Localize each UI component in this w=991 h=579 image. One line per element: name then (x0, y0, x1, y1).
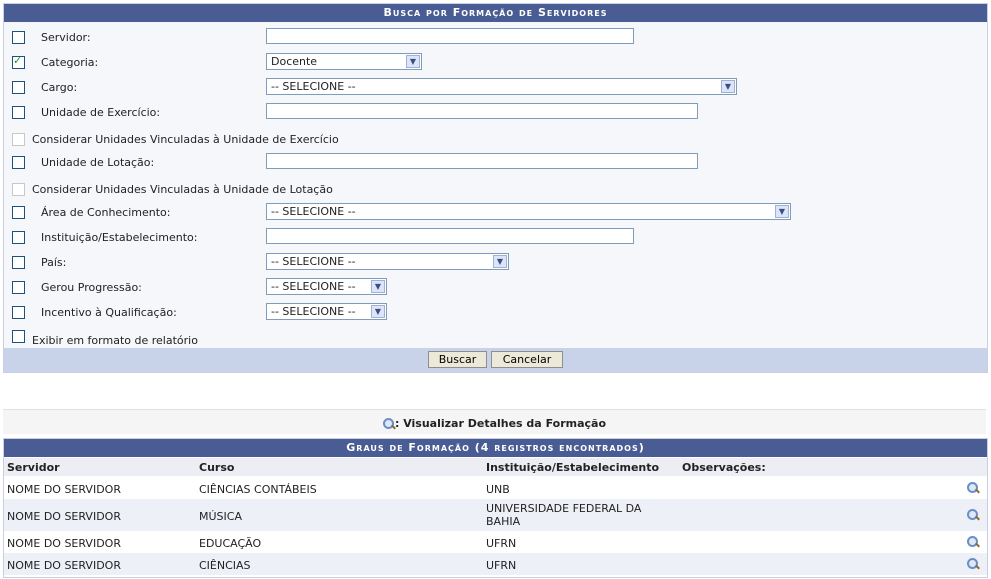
col-instituicao: Instituição/Estabelecimento (486, 461, 660, 474)
search-form: Busca por Formação de Servidores Servido… (3, 3, 988, 373)
unidade-exercicio-input[interactable] (266, 103, 698, 119)
instituicao-checkbox[interactable] (12, 231, 25, 244)
incentivo-label: Incentivo à Qualificação: (41, 306, 177, 319)
magnifier-icon[interactable] (967, 558, 979, 570)
incentivo-row: Incentivo à Qualificação: -- SELECIONE -… (4, 302, 987, 324)
row-curso: EDUCAÇÃO (199, 537, 262, 550)
form-title: Busca por Formação de Servidores (4, 4, 987, 22)
chevron-down-icon: ▼ (371, 280, 385, 293)
results-table: Graus de Formação (4 registros encontrad… (3, 438, 988, 578)
area-checkbox[interactable] (12, 206, 25, 219)
table-header: Servidor Curso Instituição/Estabelecimen… (4, 458, 987, 476)
unidade-lotacao-input[interactable] (266, 153, 698, 169)
pais-select-value: -- SELECIONE -- (271, 255, 356, 268)
considerar-exercicio-checkbox[interactable] (12, 133, 25, 146)
unidade-lotacao-label: Unidade de Lotação: (41, 156, 155, 169)
considerar-lotacao-label: Considerar Unidades Vinculadas à Unidade… (32, 183, 333, 196)
relatorio-label: Exibir em formato de relatório (32, 334, 198, 347)
row-instituicao: UNB (486, 483, 510, 496)
incentivo-select[interactable]: -- SELECIONE -- ▼ (266, 303, 387, 320)
legend-text: : Visualizar Detalhes da Formação (394, 417, 606, 430)
cargo-label: Cargo: (41, 81, 78, 94)
relatorio-checkbox[interactable] (12, 330, 25, 343)
instituicao-label: Instituição/Estabelecimento: (41, 231, 198, 244)
unidade-exercicio-label: Unidade de Exercício: (41, 106, 161, 119)
magnifier-icon[interactable] (967, 482, 979, 494)
cargo-row: Cargo: -- SELECIONE -- ▼ (4, 77, 987, 99)
gerou-row: Gerou Progressão: -- SELECIONE -- ▼ (4, 277, 987, 299)
pais-row: País: -- SELECIONE -- ▼ (4, 252, 987, 274)
row-curso: CIÊNCIAS CONTÁBEIS (199, 483, 317, 496)
row-instituicao: UFRN (486, 537, 517, 550)
col-servidor: Servidor (7, 461, 60, 474)
buscar-button[interactable]: Buscar (428, 351, 487, 368)
relatorio-row: Exibir em formato de relatório (4, 328, 987, 350)
area-label: Área de Conhecimento: (41, 206, 171, 219)
area-select-value: -- SELECIONE -- (271, 205, 356, 218)
area-row: Área de Conhecimento: -- SELECIONE -- ▼ (4, 202, 987, 224)
categoria-select-value: Docente (271, 55, 318, 68)
unidade-lotacao-row: Unidade de Lotação: (4, 152, 987, 174)
button-bar: Buscar Cancelar (4, 348, 987, 372)
unidade-lotacao-checkbox[interactable] (12, 156, 25, 169)
row-servidor: NOME DO SERVIDOR (7, 483, 121, 496)
chevron-down-icon: ▼ (721, 80, 735, 93)
results-title: Graus de Formação (4 registros encontrad… (4, 439, 987, 457)
row-servidor: NOME DO SERVIDOR (7, 537, 121, 550)
incentivo-select-value: -- SELECIONE -- (271, 305, 356, 318)
gerou-checkbox[interactable] (12, 281, 25, 294)
gerou-label: Gerou Progressão: (41, 281, 142, 294)
categoria-select[interactable]: Docente ▼ (266, 53, 422, 70)
col-observacoes: Observações: (682, 461, 766, 474)
instituicao-row: Instituição/Estabelecimento: (4, 227, 987, 249)
magnifier-icon[interactable] (967, 536, 979, 548)
categoria-row: Categoria: Docente ▼ (4, 52, 987, 74)
chevron-down-icon: ▼ (775, 205, 789, 218)
magnifier-icon (382, 418, 395, 430)
chevron-down-icon: ▼ (406, 55, 420, 68)
row-servidor: NOME DO SERVIDOR (7, 559, 121, 572)
row-curso: CIÊNCIAS (199, 559, 251, 572)
considerar-lotacao-checkbox[interactable] (12, 183, 25, 196)
servidor-label: Servidor: (41, 31, 91, 44)
cargo-select[interactable]: -- SELECIONE -- ▼ (266, 78, 737, 95)
chevron-down-icon: ▼ (493, 255, 507, 268)
categoria-label: Categoria: (41, 56, 99, 69)
row-instituicao: UFRN (486, 559, 517, 572)
incentivo-checkbox[interactable] (12, 306, 25, 319)
instituicao-input[interactable] (266, 228, 634, 244)
considerar-exercicio-row: Considerar Unidades Vinculadas à Unidade… (4, 129, 987, 151)
table-row: NOME DO SERVIDOR CIÊNCIAS CONTÁBEIS UNB (4, 477, 987, 499)
row-curso: MÚSICA (199, 510, 242, 523)
servidor-input[interactable] (266, 28, 634, 44)
area-select[interactable]: -- SELECIONE -- ▼ (266, 203, 791, 220)
chevron-down-icon: ▼ (371, 305, 385, 318)
gerou-select-value: -- SELECIONE -- (271, 280, 356, 293)
table-row: NOME DO SERVIDOR MÚSICA UNIVERSIDADE FED… (4, 499, 987, 531)
pais-label: País: (41, 256, 67, 269)
considerar-exercicio-label: Considerar Unidades Vinculadas à Unidade… (32, 133, 339, 146)
categoria-checkbox[interactable] (12, 54, 25, 69)
row-instituicao: UNIVERSIDADE FEDERAL DA (486, 502, 642, 515)
unidade-exercicio-row: Unidade de Exercício: (4, 102, 987, 124)
gerou-select[interactable]: -- SELECIONE -- ▼ (266, 278, 387, 295)
considerar-lotacao-row: Considerar Unidades Vinculadas à Unidade… (4, 179, 987, 201)
table-row: NOME DO SERVIDOR CIÊNCIAS UFRN (4, 553, 987, 575)
servidor-checkbox[interactable] (12, 31, 25, 44)
cancelar-button[interactable]: Cancelar (491, 351, 563, 368)
cargo-select-value: -- SELECIONE -- (271, 80, 356, 93)
col-curso: Curso (199, 461, 235, 474)
row-servidor: NOME DO SERVIDOR (7, 510, 121, 523)
unidade-exercicio-checkbox[interactable] (12, 106, 25, 119)
servidor-row: Servidor: (4, 27, 987, 49)
magnifier-icon[interactable] (967, 509, 979, 521)
pais-checkbox[interactable] (12, 256, 25, 269)
table-row: NOME DO SERVIDOR EDUCAÇÃO UFRN (4, 531, 987, 553)
row-instituicao-line2: BAHIA (486, 515, 521, 528)
pais-select[interactable]: -- SELECIONE -- ▼ (266, 253, 509, 270)
cargo-checkbox[interactable] (12, 81, 25, 94)
legend: : Visualizar Detalhes da Formação (3, 409, 986, 434)
